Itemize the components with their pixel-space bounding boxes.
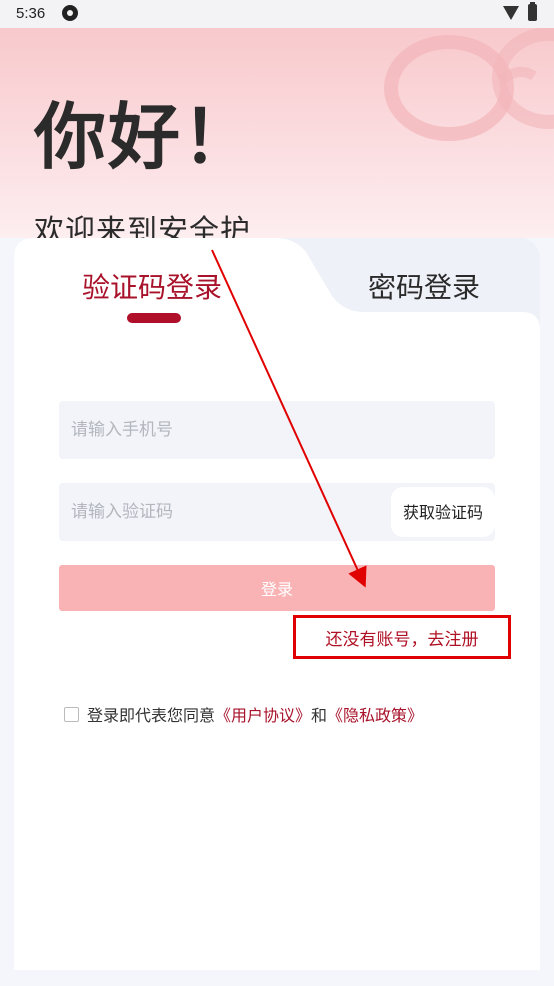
agreement-conjunction: 和 (311, 706, 328, 725)
register-highlight-box: 还没有账号，去注册 (293, 615, 511, 659)
get-code-button[interactable]: 获取验证码 (391, 487, 495, 537)
phone-field (59, 401, 495, 459)
agree-checkbox[interactable] (64, 706, 79, 722)
battery-icon (528, 2, 537, 21)
login-card: 验证码登录 密码登录 获取验证码 登录 还没有账号，去注册 登录即代表您同意 《… (14, 238, 540, 970)
status-bar: 5:36 (0, 0, 554, 28)
decorative-glasses-icon (384, 28, 554, 141)
register-link[interactable]: 还没有账号，去注册 (326, 625, 479, 650)
active-tab-indicator (127, 313, 181, 323)
user-agreement-link[interactable]: 《用户协议》 (215, 702, 311, 726)
phone-input[interactable] (59, 401, 495, 459)
tab-sms-login[interactable]: 验证码登录 (82, 268, 222, 308)
verification-code-field: 获取验证码 (59, 483, 495, 541)
agreement-prefix: 登录即代表您同意 (87, 706, 216, 725)
privacy-policy-link[interactable]: 《隐私政策》 (327, 702, 423, 726)
agreement-row: 登录即代表您同意 《用户协议》 和 《隐私政策》 (64, 702, 423, 726)
greeting-title: 你好！ (34, 95, 257, 179)
wifi-icon (503, 6, 519, 20)
status-time: 5:36 (16, 5, 46, 22)
app-notification-icon (62, 5, 78, 21)
tab-password-login[interactable]: 密码登录 (368, 268, 480, 308)
login-button[interactable]: 登录 (59, 565, 495, 611)
verification-code-input[interactable] (59, 483, 379, 541)
